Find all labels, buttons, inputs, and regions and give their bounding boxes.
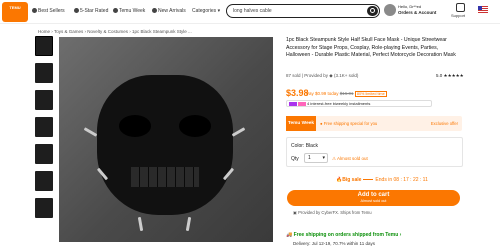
installments-info[interactable]: 4 interest-free biweekly installments <box>286 100 432 107</box>
search-icon[interactable] <box>367 6 378 16</box>
support-icon[interactable] <box>456 3 465 12</box>
klarna-icon <box>298 101 306 106</box>
breadcrumb-item[interactable]: Novelty & Costumes <box>87 29 128 34</box>
temu-week-tag: Temu Week <box>286 116 316 131</box>
skull-mask-illustration <box>97 75 233 215</box>
thumbs-up-icon <box>32 8 37 14</box>
avatar[interactable] <box>384 4 396 16</box>
new-icon <box>152 8 157 14</box>
product-main-image[interactable] <box>59 37 273 242</box>
us-flag-icon[interactable] <box>478 6 488 13</box>
mask-spike <box>137 216 144 232</box>
nav-best-sellers[interactable]: Best Sellers <box>32 8 65 14</box>
support-label[interactable]: Support <box>451 13 465 18</box>
mask-spike <box>185 216 192 232</box>
rating-stars-icon: ★★★★★ <box>443 73 464 78</box>
nav-new-arrivals[interactable]: New Arrivals <box>152 8 186 14</box>
pay-today: Pay $0.99 today <box>306 91 339 96</box>
nav-label: New Arrivals <box>158 8 186 14</box>
nav-label: Categories <box>192 8 217 14</box>
big-sale-timer: 🔥Big sale Ends in 08 : 17 : 22 : 11 <box>336 177 428 183</box>
thumbnail[interactable] <box>35 36 53 56</box>
temu-week-banner[interactable]: Temu Week ● Free shipping special for yo… <box>286 116 462 131</box>
add-to-cart-button[interactable]: Add to cart Almost sold out <box>287 190 460 206</box>
breadcrumb: Home › Toys & Games › Novelty & Costumes… <box>38 29 192 34</box>
product-title: 1pc Black Steampunk Style Half Skull Fac… <box>286 37 456 58</box>
mask-spike <box>231 127 246 137</box>
nav-label: Best Sellers <box>38 8 65 14</box>
chevron-down-icon: ▾ <box>217 8 221 14</box>
temu-logo[interactable]: TEMU <box>2 2 28 22</box>
truck-icon: 🚚 <box>286 232 293 238</box>
nav-label: Temu Week <box>119 8 146 14</box>
star-icon <box>74 8 79 14</box>
search-bar[interactable]: long halves cable <box>226 4 380 18</box>
logo-text: TEMU <box>9 5 21 10</box>
qty-label: Qty <box>291 156 299 162</box>
product-options: Color: Black Qty 1 ▾ ⚠ Almost sold out <box>286 137 463 167</box>
product-rating[interactable]: 5.0 ★★★★★ <box>436 73 464 79</box>
thumbnail[interactable] <box>35 144 53 164</box>
delivery-info: Delivery: Jul 12-19, 70.7% within 11 day… <box>293 241 375 246</box>
nav-label: 5-Star Rated <box>80 8 109 14</box>
free-shipping-text: Free shipping on orders shipped from Tem… <box>293 232 399 238</box>
rating-value: 5.0 <box>436 73 443 78</box>
big-sale-label: Big sale <box>342 177 362 183</box>
search-input[interactable]: long halves cable <box>233 8 272 14</box>
provider-logo-icon[interactable]: ◆ <box>329 73 332 78</box>
store-icon: ▣ <box>293 210 297 215</box>
calendar-icon <box>113 8 118 14</box>
provider-rating[interactable]: (3.1K+ sold) <box>334 73 358 78</box>
thumbnail[interactable] <box>35 117 53 137</box>
nav-temu-week[interactable]: Temu Week <box>113 8 145 14</box>
nav-categories[interactable]: Categories ▾ <box>192 8 220 14</box>
color-label: Color: Black <box>291 143 318 149</box>
add-to-cart-sub: Almost sold out <box>360 199 387 203</box>
chevron-down-icon: ▾ <box>322 155 325 161</box>
pay-today-line: Pay $0.99 today $16.01 80% limited time <box>306 91 387 97</box>
qty-value: 1 <box>308 155 311 161</box>
breadcrumb-item[interactable]: Toys & Games <box>54 29 83 34</box>
sold-info: 87 sold | Provided by ◆ (3.1K+ sold) <box>286 73 359 78</box>
free-shipping-special: ● Free shipping special for you <box>320 121 378 126</box>
provided-by-line[interactable]: ▣ Provided by CyberFX. Ships from Temu <box>293 210 372 215</box>
top-header: TEMU Best Sellers 5-Star Rated Temu Week… <box>0 0 500 24</box>
thumbnail[interactable] <box>35 198 53 218</box>
discount-badge: 80% limited time <box>354 91 387 97</box>
account-menu[interactable]: Hello, Dr**ed Orders & Account <box>398 4 436 16</box>
mask-teeth <box>131 167 199 187</box>
exclusive-offer: Exclusive offer <box>430 121 458 126</box>
almost-sold-out-text: Almost sold out <box>337 156 368 161</box>
quantity-select[interactable]: 1 ▾ <box>304 153 328 163</box>
breadcrumb-home[interactable]: Home <box>38 29 50 34</box>
thumbnail[interactable] <box>35 171 53 191</box>
nav-5-star[interactable]: 5-Star Rated <box>74 8 108 14</box>
provided-text: Provided by CyberFX. Ships from Temu <box>298 210 372 215</box>
special-text: Free shipping special for you <box>323 121 378 126</box>
mask-spike <box>83 127 98 137</box>
divider <box>363 179 374 181</box>
mask-eye <box>119 115 151 137</box>
account-label: Orders & Account <box>398 10 437 15</box>
thumbnail[interactable] <box>35 63 53 83</box>
free-shipping-info[interactable]: 🚚 Free shipping on orders shipped from T… <box>286 232 401 238</box>
countdown: Ends in 08 : 17 : 22 : 11 <box>375 177 428 183</box>
thumbnail-list <box>35 36 53 225</box>
almost-sold-out: ⚠ Almost sold out <box>332 156 368 161</box>
afterpay-icon <box>289 101 297 106</box>
mask-eye <box>179 115 211 137</box>
old-price: $16.01 <box>339 91 354 96</box>
installments-text: 4 interest-free biweekly installments <box>307 101 371 106</box>
add-to-cart-label: Add to cart <box>357 192 390 198</box>
sold-count: 87 sold <box>286 73 301 78</box>
provider-prefix: Provided by <box>304 73 328 78</box>
breadcrumb-current: 1pc Black Steampunk Style ... <box>131 29 192 34</box>
thumbnail[interactable] <box>35 90 53 110</box>
